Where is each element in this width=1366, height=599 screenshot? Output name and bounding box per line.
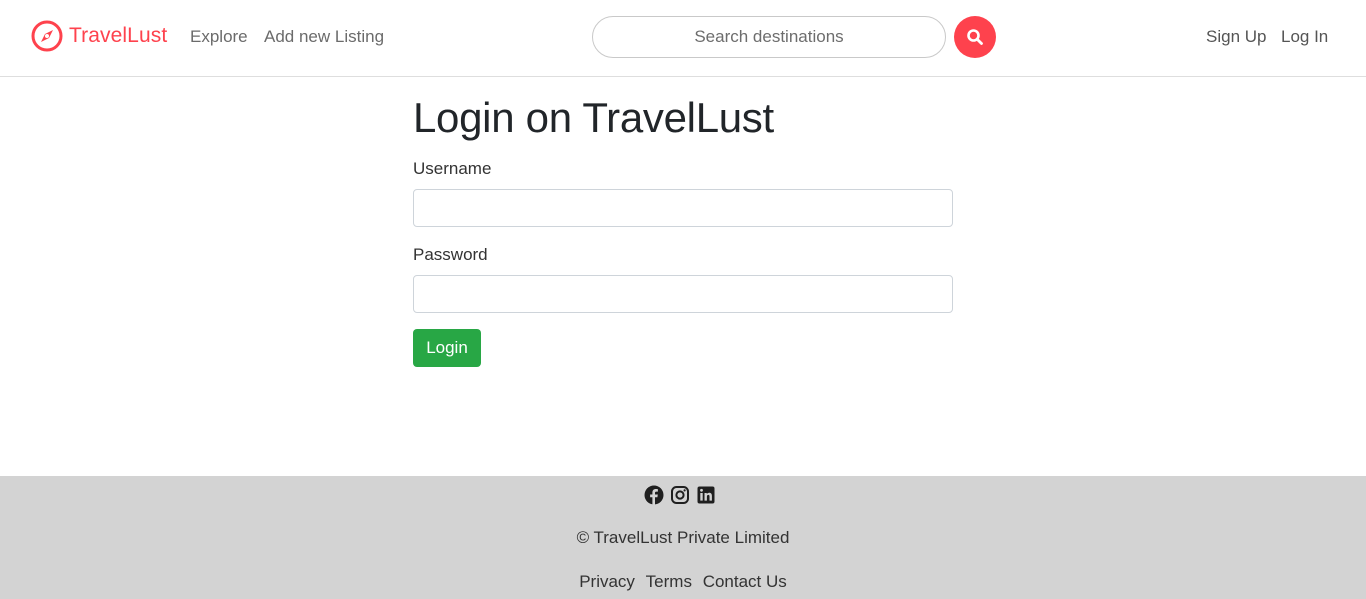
search-input[interactable] [592,16,946,58]
footer: © TravelLust Private Limited Privacy Ter… [0,476,1366,599]
footer-privacy-link[interactable]: Privacy [579,572,635,591]
social-links [644,485,716,505]
nav-signup-link[interactable]: Sign Up [1206,27,1266,47]
linkedin-link[interactable] [696,485,716,505]
search-button[interactable] [954,16,996,58]
password-label: Password [413,245,488,264]
compass-icon [31,20,63,52]
instagram-icon [671,486,689,504]
nav-explore-link[interactable]: Explore [190,27,248,47]
nav-add-listing-link[interactable]: Add new Listing [264,27,384,47]
linkedin-icon [697,486,715,504]
username-input[interactable] [413,189,953,227]
brand-name: TravelLust [69,24,168,47]
facebook-icon [644,485,664,505]
page-title: Login on TravelLust [413,94,774,141]
instagram-link[interactable] [670,485,690,505]
search-icon [967,29,983,45]
copyright-text: © TravelLust Private Limited [576,528,790,547]
username-label: Username [413,159,492,178]
login-button[interactable]: Login [413,329,481,367]
navbar: TravelLust Explore Add new Listing Sign … [0,0,1366,77]
password-input[interactable] [413,275,953,313]
facebook-link[interactable] [644,485,664,505]
footer-links: Privacy Terms Contact Us [0,572,1366,592]
nav-login-link[interactable]: Log In [1281,27,1328,47]
footer-contact-link[interactable]: Contact Us [703,572,787,591]
brand-logo-link[interactable]: TravelLust [30,18,167,54]
footer-terms-link[interactable]: Terms [646,572,692,591]
